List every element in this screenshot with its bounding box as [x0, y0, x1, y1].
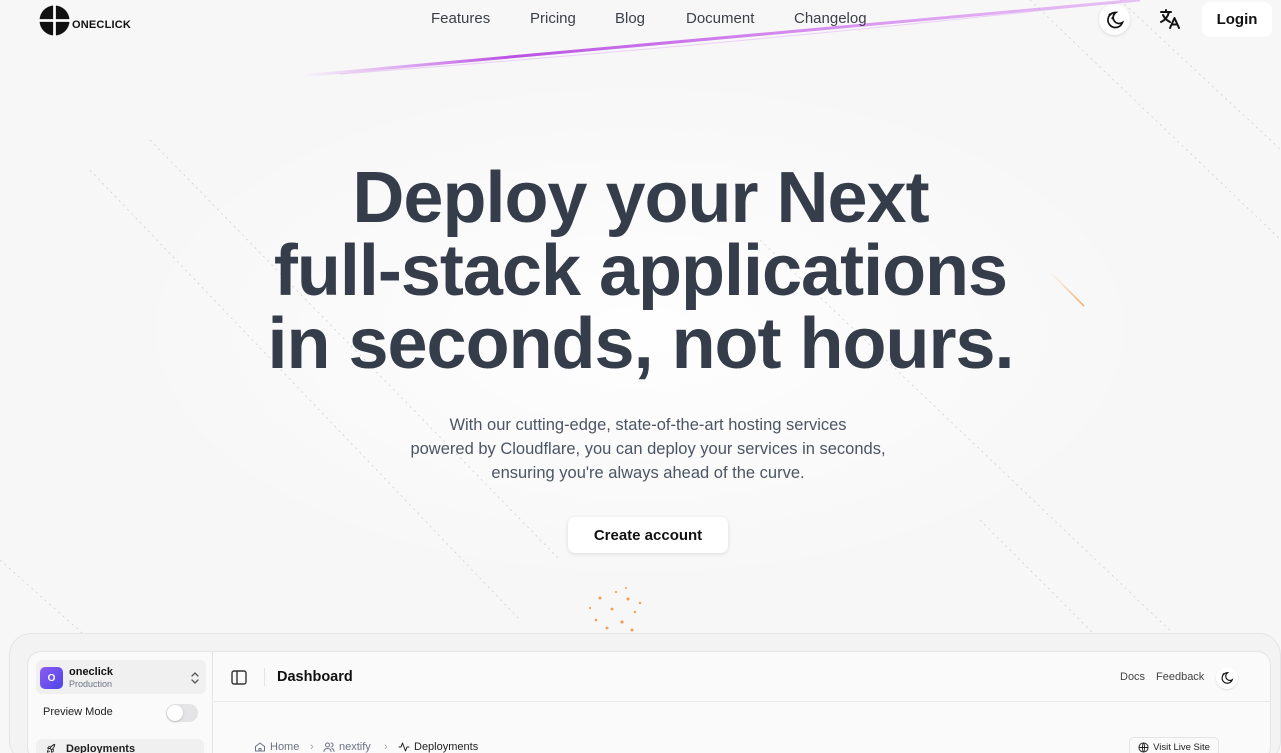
site-header: ONECLICK Features Pricing Blog Document … — [0, 0, 1281, 40]
visit-live-site-button[interactable]: Visit Live Site — [1129, 737, 1219, 753]
org-avatar: O — [40, 667, 63, 689]
org-environment: Production — [69, 679, 113, 689]
hero-title-line: full-stack applications — [273, 231, 1008, 311]
brand-logo[interactable]: ONECLICK — [39, 4, 131, 36]
sidebar-item-label: Deployments — [66, 743, 136, 753]
hero-subtitle-line: ensuring you're always ahead of the curv… — [491, 464, 805, 482]
globe-icon — [1138, 741, 1149, 753]
docs-link[interactable]: Docs — [1120, 671, 1145, 683]
nav-pricing[interactable]: Pricing — [530, 10, 576, 27]
home-icon — [255, 742, 265, 752]
moon-sun-icon — [1106, 11, 1124, 28]
logo-icon — [39, 4, 70, 36]
translate-icon — [1160, 9, 1180, 29]
breadcrumb-home[interactable]: Home — [254, 741, 299, 753]
breadcrumb-label: Home — [270, 741, 300, 753]
breadcrumb-label: Deployments — [414, 741, 479, 753]
feedback-link[interactable]: Feedback — [1156, 671, 1204, 683]
breadcrumb-project[interactable]: nextify — [323, 741, 371, 753]
hero-subtitle-line: powered by Cloudflare, you can deploy yo… — [410, 440, 886, 458]
visit-live-site-label: Visit Live Site — [1153, 741, 1210, 753]
nav-features[interactable]: Features — [431, 10, 490, 27]
preview-mode-label: Preview Mode — [43, 706, 113, 718]
moon-sun-icon — [1221, 672, 1234, 684]
nav-document[interactable]: Document — [686, 10, 754, 27]
nav-blog[interactable]: Blog — [615, 10, 645, 27]
chevron-up-down-icon — [191, 672, 199, 684]
org-name: oneclick — [69, 666, 114, 678]
nav-changelog[interactable]: Changelog — [794, 10, 867, 27]
chevron-right-icon: › — [384, 741, 388, 753]
language-button[interactable] — [1156, 5, 1184, 33]
hero-subtitle: With our cutting-edge, state-of-the-art … — [390, 413, 906, 485]
brand-name: ONECLICK — [72, 19, 132, 31]
hero-title-line: in seconds, not hours. — [267, 304, 1014, 384]
activity-icon — [398, 742, 410, 752]
breadcrumb-label: nextify — [339, 741, 371, 753]
divider — [264, 668, 265, 686]
users-icon — [323, 742, 335, 752]
sidebar-toggle-icon[interactable] — [231, 670, 247, 685]
hero-subtitle-line: With our cutting-edge, state-of-the-art … — [449, 416, 847, 434]
theme-toggle-button[interactable] — [1099, 4, 1130, 35]
dashboard-topbar — [214, 651, 1270, 702]
login-button[interactable]: Login — [1202, 2, 1272, 37]
breadcrumb-current: Deployments — [398, 741, 478, 753]
toggle-knob — [167, 705, 183, 721]
create-account-button[interactable]: Create account — [568, 517, 728, 553]
hero-title: Deploy your Next full-stack applications… — [140, 162, 1141, 381]
rocket-icon — [46, 743, 56, 753]
dashboard-theme-button[interactable] — [1216, 667, 1238, 689]
page-title: Dashboard — [277, 669, 353, 685]
chevron-right-icon: › — [310, 741, 314, 753]
hero-title-line: Deploy your Next — [352, 158, 929, 238]
